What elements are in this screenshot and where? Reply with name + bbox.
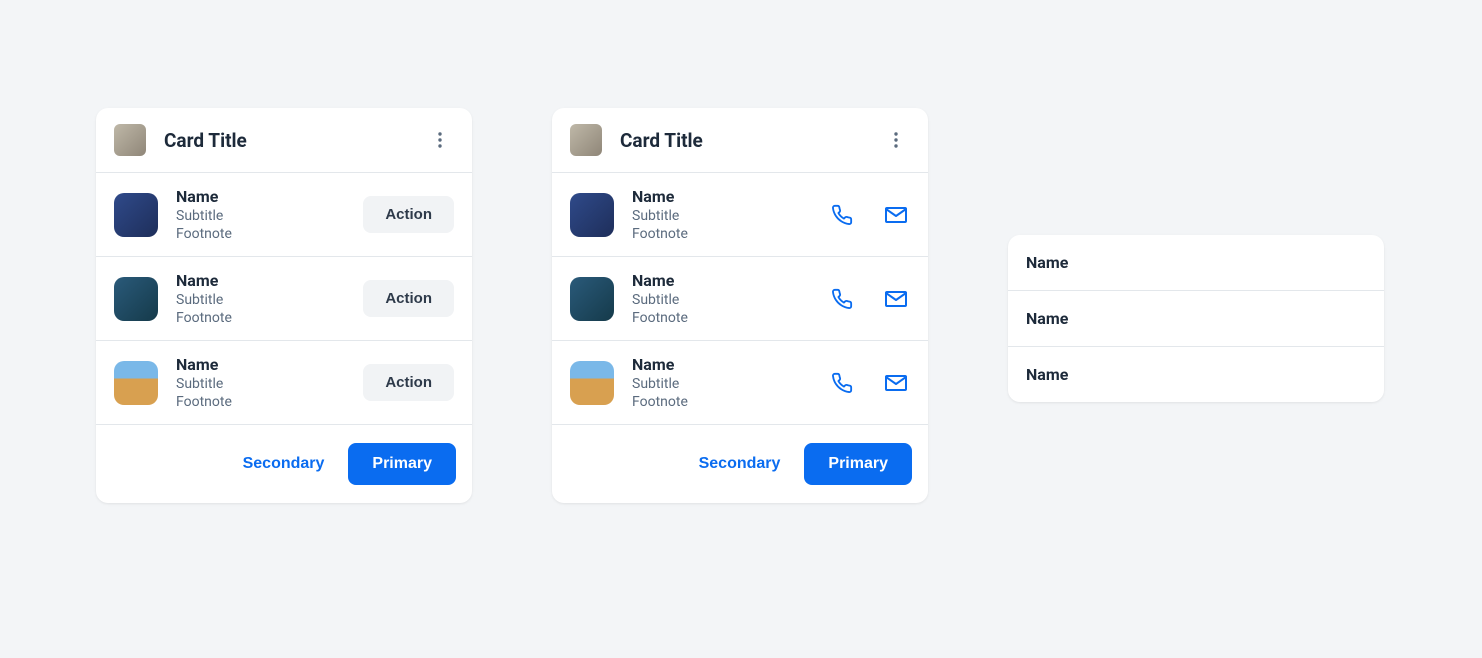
call-button[interactable] <box>828 201 856 229</box>
email-button[interactable] <box>882 285 910 313</box>
mail-icon <box>884 371 908 395</box>
more-options-button[interactable] <box>426 126 454 154</box>
item-text: Name Subtitle Footnote <box>632 271 828 326</box>
item-subtitle: Subtitle <box>632 208 828 224</box>
item-subtitle: Subtitle <box>176 376 363 392</box>
more-vertical-icon <box>894 132 898 148</box>
secondary-button[interactable]: Secondary <box>693 445 787 483</box>
item-text: Name Subtitle Footnote <box>176 187 363 242</box>
list-item: Name Subtitle Footnote <box>552 341 928 425</box>
item-name: Name <box>176 355 363 374</box>
list-item: Name Subtitle Footnote <box>552 173 928 257</box>
phone-icon <box>831 372 853 394</box>
primary-button[interactable]: Primary <box>348 443 456 485</box>
card-header: Card Title <box>552 108 928 173</box>
card-header: Card Title <box>96 108 472 173</box>
simple-list-card: Name Name Name <box>1008 235 1384 402</box>
item-avatar <box>570 361 614 405</box>
secondary-button[interactable]: Secondary <box>237 445 331 483</box>
item-footnote: Footnote <box>176 226 363 242</box>
item-footnote: Footnote <box>632 226 828 242</box>
action-button[interactable]: Action <box>363 280 454 317</box>
item-name: Name <box>632 187 828 206</box>
item-avatar <box>114 361 158 405</box>
email-button[interactable] <box>882 369 910 397</box>
item-text: Name Subtitle Footnote <box>176 355 363 410</box>
card-title: Card Title <box>620 129 882 152</box>
item-footnote: Footnote <box>176 394 363 410</box>
item-footnote: Footnote <box>632 310 828 326</box>
mail-icon <box>884 287 908 311</box>
item-avatar <box>114 193 158 237</box>
item-subtitle: Subtitle <box>176 292 363 308</box>
item-subtitle: Subtitle <box>632 376 828 392</box>
action-button[interactable]: Action <box>363 196 454 233</box>
more-options-button[interactable] <box>882 126 910 154</box>
item-text: Name Subtitle Footnote <box>632 355 828 410</box>
item-text: Name Subtitle Footnote <box>632 187 828 242</box>
card-title: Card Title <box>164 129 426 152</box>
list-item[interactable]: Name <box>1008 291 1384 347</box>
item-text: Name Subtitle Footnote <box>176 271 363 326</box>
item-name: Name <box>176 187 363 206</box>
card-avatar <box>114 124 146 156</box>
item-avatar <box>570 193 614 237</box>
item-name: Name <box>632 355 828 374</box>
item-avatar <box>114 277 158 321</box>
item-subtitle: Subtitle <box>176 208 363 224</box>
more-vertical-icon <box>438 132 442 148</box>
mail-icon <box>884 203 908 227</box>
icon-actions <box>828 369 910 397</box>
list-item: Name Subtitle Footnote Action <box>96 173 472 257</box>
card-footer: Secondary Primary <box>552 425 928 503</box>
list-item[interactable]: Name <box>1008 235 1384 291</box>
item-footnote: Footnote <box>632 394 828 410</box>
card-with-icon-actions: Card Title Name Subtitle Footnote Name S… <box>552 108 928 503</box>
card-with-action-buttons: Card Title Name Subtitle Footnote Action… <box>96 108 472 503</box>
item-footnote: Footnote <box>176 310 363 326</box>
icon-actions <box>828 201 910 229</box>
email-button[interactable] <box>882 201 910 229</box>
list-item: Name Subtitle Footnote <box>552 257 928 341</box>
call-button[interactable] <box>828 369 856 397</box>
item-avatar <box>570 277 614 321</box>
call-button[interactable] <box>828 285 856 313</box>
list-item[interactable]: Name <box>1008 347 1384 402</box>
item-name: Name <box>632 271 828 290</box>
action-button[interactable]: Action <box>363 364 454 401</box>
item-name: Name <box>176 271 363 290</box>
item-subtitle: Subtitle <box>632 292 828 308</box>
card-avatar <box>570 124 602 156</box>
primary-button[interactable]: Primary <box>804 443 912 485</box>
list-item: Name Subtitle Footnote Action <box>96 257 472 341</box>
phone-icon <box>831 204 853 226</box>
list-item: Name Subtitle Footnote Action <box>96 341 472 425</box>
card-footer: Secondary Primary <box>96 425 472 503</box>
phone-icon <box>831 288 853 310</box>
icon-actions <box>828 285 910 313</box>
